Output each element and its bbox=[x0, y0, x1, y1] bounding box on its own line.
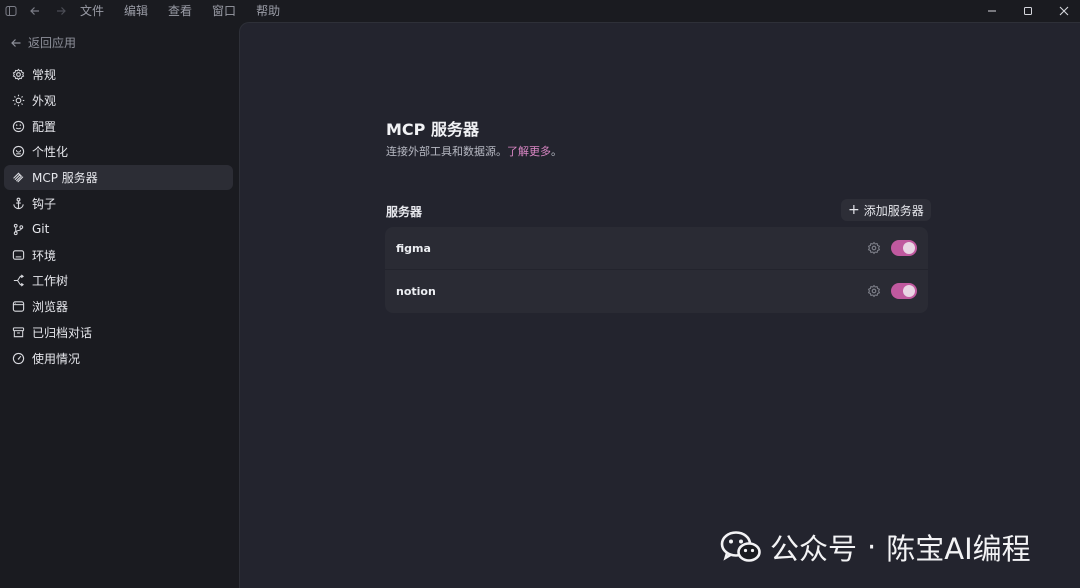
back-to-app-button[interactable]: 返回应用 bbox=[10, 34, 76, 51]
sidebar-item-label: MCP 服务器 bbox=[32, 171, 98, 186]
watermark-separator: · bbox=[867, 530, 877, 564]
main-panel: MCP 服务器 连接外部工具和数据源。了解更多。 服务器 + 添加服务器 fig… bbox=[239, 22, 1080, 588]
sidebar-item-label: 环境 bbox=[32, 248, 57, 263]
toggle-knob bbox=[903, 285, 915, 297]
git-branch-icon bbox=[11, 222, 25, 236]
sidebar-item-label: 钩子 bbox=[32, 196, 57, 211]
subtitle-end: 。 bbox=[551, 145, 562, 158]
menu-window[interactable]: 窗口 bbox=[212, 2, 236, 20]
arrow-left-icon bbox=[11, 38, 21, 47]
server-settings-gear-icon[interactable] bbox=[867, 241, 881, 255]
watermark-prefix: 公众号 bbox=[770, 532, 858, 566]
server-name: notion bbox=[396, 284, 436, 298]
server-list: figma notion bbox=[385, 227, 928, 313]
sidebar-item-label: 个性化 bbox=[32, 145, 69, 160]
watermark-name: 陈宝AI编程 bbox=[886, 532, 1031, 566]
sidebar: 返回应用 常规 外观 配置 个性化 MCP 服务器 钩子 Git 环境 工作树 … bbox=[0, 22, 238, 588]
server-row-notion: notion bbox=[385, 269, 928, 312]
menu-bar: 文件 编辑 查看 窗口 帮助 bbox=[80, 2, 300, 20]
plus-icon: + bbox=[848, 202, 860, 218]
monitor-icon bbox=[11, 248, 25, 262]
sun-icon bbox=[11, 93, 25, 107]
mcp-icon bbox=[11, 171, 25, 185]
gauge-icon bbox=[11, 351, 25, 365]
title-bar: 文件 编辑 查看 窗口 帮助 bbox=[0, 0, 1080, 22]
settings-nav: 常规 外观 配置 个性化 MCP 服务器 钩子 Git 环境 工作树 浏览器 已… bbox=[4, 62, 233, 372]
page-subtitle: 连接外部工具和数据源。了解更多。 bbox=[386, 143, 562, 159]
sidebar-item-browser[interactable]: 浏览器 bbox=[4, 294, 233, 319]
server-enable-toggle[interactable] bbox=[891, 283, 917, 299]
menu-edit[interactable]: 编辑 bbox=[124, 2, 148, 20]
sidebar-item-git[interactable]: Git bbox=[4, 217, 233, 242]
wechat-icon bbox=[720, 531, 761, 562]
watermark: 公众号 · 陈宝AI编程 bbox=[720, 526, 1031, 568]
menu-file[interactable]: 文件 bbox=[80, 2, 104, 20]
server-row-figma: figma bbox=[385, 227, 928, 269]
sidebar-item-label: 外观 bbox=[32, 93, 57, 108]
server-name: figma bbox=[396, 241, 431, 255]
close-button[interactable] bbox=[1046, 0, 1080, 22]
sidebar-item-usage[interactable]: 使用情况 bbox=[4, 346, 233, 371]
sidebar-item-label: 配置 bbox=[32, 119, 57, 134]
sidebar-item-label: 常规 bbox=[32, 68, 57, 82]
toggle-knob bbox=[903, 242, 915, 254]
anchor-icon bbox=[11, 196, 25, 210]
archive-icon bbox=[11, 325, 25, 339]
menu-view[interactable]: 查看 bbox=[168, 2, 192, 20]
sidebar-item-archived-chats[interactable]: 已归档对话 bbox=[4, 320, 233, 345]
sidebar-item-personalization[interactable]: 个性化 bbox=[4, 139, 233, 164]
back-arrow-icon[interactable] bbox=[24, 2, 46, 20]
sidebar-item-appearance[interactable]: 外观 bbox=[4, 88, 233, 113]
sidebar-item-label: Git bbox=[32, 222, 50, 237]
sidebar-item-config[interactable]: 配置 bbox=[4, 114, 233, 139]
browser-icon bbox=[11, 300, 25, 314]
learn-more-link[interactable]: 了解更多 bbox=[507, 145, 551, 158]
sidebar-item-general[interactable]: 常规 bbox=[4, 62, 233, 87]
server-settings-gear-icon[interactable] bbox=[867, 284, 881, 298]
sidebar-item-worktree[interactable]: 工作树 bbox=[4, 268, 233, 293]
maximize-button[interactable] bbox=[1010, 0, 1046, 22]
add-server-label: 添加服务器 bbox=[863, 203, 924, 218]
sidebar-item-label: 已归档对话 bbox=[32, 325, 93, 340]
servers-section-title: 服务器 bbox=[386, 205, 423, 219]
config-icon bbox=[11, 119, 25, 133]
sidebar-toggle-icon[interactable] bbox=[0, 2, 22, 20]
personalize-icon bbox=[11, 145, 25, 159]
worktree-icon bbox=[11, 274, 25, 288]
sidebar-item-environment[interactable]: 环境 bbox=[4, 243, 233, 268]
page-title: MCP 服务器 bbox=[386, 120, 479, 139]
sidebar-item-label: 浏览器 bbox=[32, 300, 69, 315]
server-enable-toggle[interactable] bbox=[891, 240, 917, 256]
sidebar-item-label: 工作树 bbox=[32, 274, 69, 289]
gear-icon bbox=[11, 68, 25, 82]
forward-arrow-icon[interactable] bbox=[50, 2, 72, 20]
sidebar-item-mcp-servers[interactable]: MCP 服务器 bbox=[4, 165, 233, 191]
back-label: 返回应用 bbox=[28, 36, 77, 50]
sidebar-item-hooks[interactable]: 钩子 bbox=[4, 191, 233, 216]
add-server-button[interactable]: + 添加服务器 bbox=[841, 199, 931, 221]
subtitle-text: 连接外部工具和数据源。 bbox=[386, 145, 507, 158]
minimize-button[interactable] bbox=[974, 0, 1010, 22]
sidebar-item-label: 使用情况 bbox=[32, 351, 81, 366]
menu-help[interactable]: 帮助 bbox=[256, 2, 280, 20]
